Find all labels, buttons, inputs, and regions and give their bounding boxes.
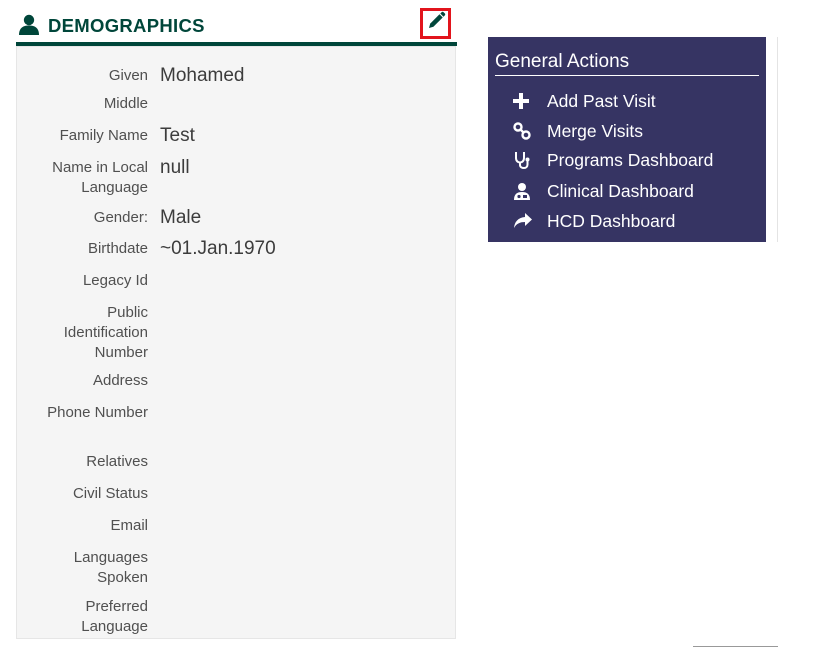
pencil-icon (426, 11, 446, 36)
field-label: Middle (103, 95, 148, 112)
field-label: Email (110, 517, 148, 534)
add-past-visit-link[interactable]: Add Past Visit (513, 88, 656, 114)
demographics-panel: Given Mohamed Middle Family Name Test Na… (16, 46, 456, 639)
action-label: Add Past Visit (547, 90, 656, 111)
programs-dashboard-link[interactable]: Programs Dashboard (513, 147, 713, 173)
general-actions-title: General Actions (495, 50, 759, 76)
share-icon (513, 211, 535, 231)
field-label: Civil Status (72, 485, 148, 502)
field-label: Gender: (93, 209, 148, 226)
demographics-header: DEMOGRAPHICS (16, 6, 457, 46)
field-label: Name in Local Language (52, 159, 148, 196)
field-label: Given (108, 67, 148, 84)
plus-icon (513, 91, 535, 111)
field-value: Mohamed (160, 65, 245, 86)
link-icon (513, 121, 535, 141)
stethoscope-icon (513, 150, 535, 170)
user-md-icon (513, 181, 535, 201)
general-actions-panel: General Actions Add Past Visit Merge Vis… (488, 37, 766, 242)
field-label: Languages Spoken (73, 549, 148, 586)
divider (693, 646, 778, 647)
field-label: Address (92, 372, 148, 389)
merge-visits-link[interactable]: Merge Visits (513, 118, 643, 144)
field-label: Relatives (86, 453, 148, 470)
person-icon (18, 14, 40, 36)
action-label: Clinical Dashboard (547, 180, 694, 201)
actions-panel-edge (766, 37, 778, 242)
field-value: Male (160, 207, 202, 228)
field-label: Preferred Language (81, 598, 148, 635)
action-label: HCD Dashboard (547, 210, 676, 231)
action-label: Merge Visits (547, 120, 643, 141)
field-value: null (160, 157, 190, 178)
field-label: Family Name (59, 127, 148, 144)
clinical-dashboard-link[interactable]: Clinical Dashboard (513, 178, 694, 204)
hcd-dashboard-link[interactable]: HCD Dashboard (513, 208, 675, 234)
field-label: Legacy Id (82, 272, 148, 289)
edit-demographics-button[interactable] (420, 8, 451, 39)
action-label: Programs Dashboard (547, 149, 714, 170)
demographics-title: DEMOGRAPHICS (48, 15, 205, 36)
field-value: Test (160, 125, 195, 146)
field-label: Public Identification Number (63, 304, 148, 361)
field-label: Phone Number (47, 404, 148, 421)
field-label: Birthdate (87, 240, 148, 257)
field-value: ~01.Jan.1970 (160, 238, 276, 259)
